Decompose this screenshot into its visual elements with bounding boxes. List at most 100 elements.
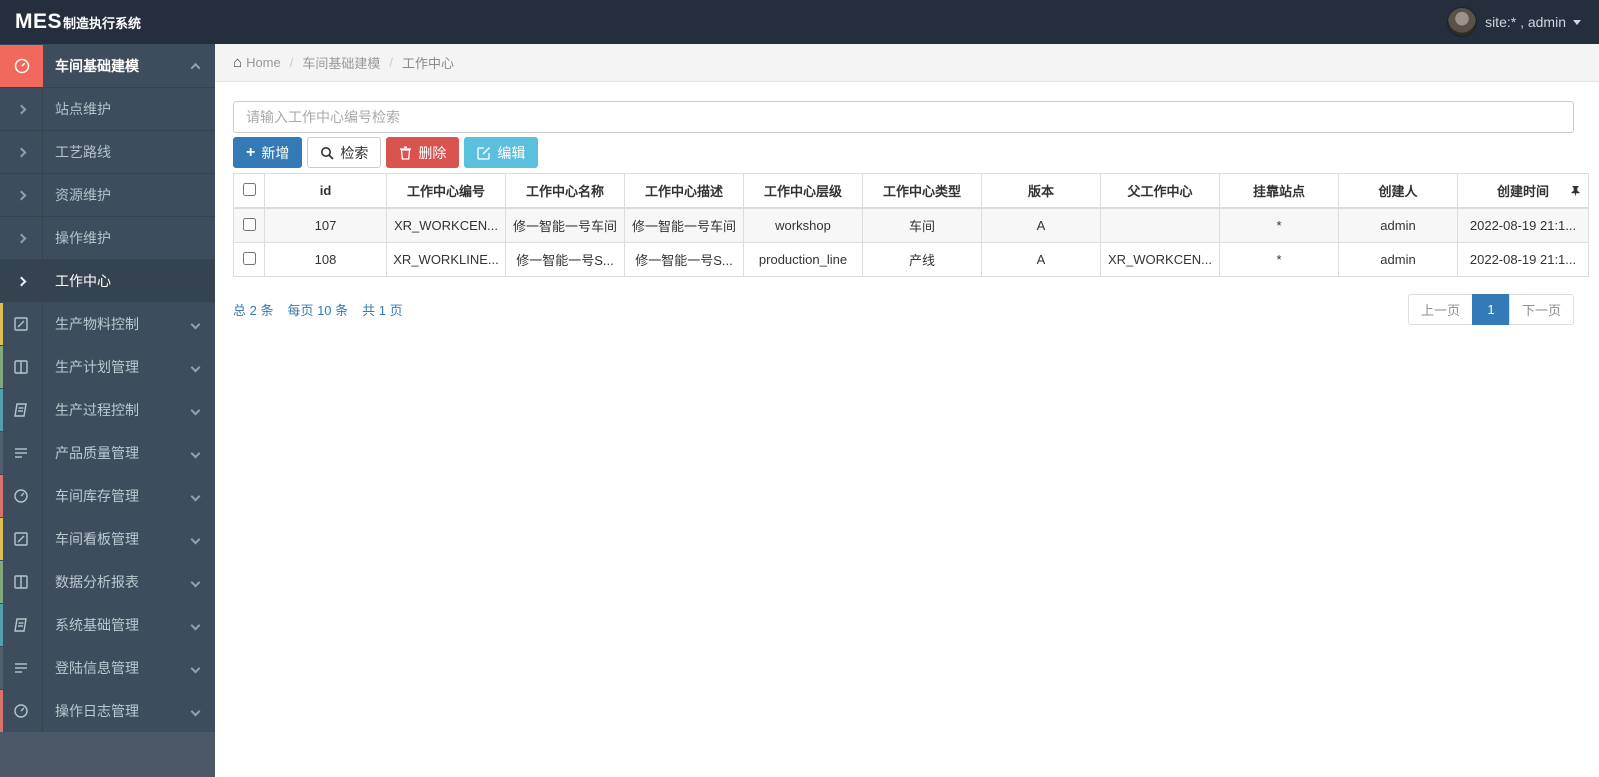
summary-per-page[interactable]: 每页 10 条 [287, 300, 348, 319]
column-header[interactable]: 工作中心编号 [386, 173, 506, 209]
accent-strip [0, 518, 3, 560]
sidebar-group-operation-logs[interactable]: 操作日志管理 [0, 689, 215, 732]
summary-total[interactable]: 总 2 条 [233, 300, 273, 319]
column-header-label: 创建时间 [1496, 184, 1549, 199]
table-footer: 总 2 条 每页 10 条 共 1 页 上一页 1 下一页 [233, 294, 1574, 325]
sidebar-group-label: 生产过程控制 [55, 402, 139, 418]
cell-creator: admin [1338, 242, 1458, 277]
toolbar: + 新增 检索 删除 编辑 [233, 137, 1574, 168]
cell-version: A [981, 242, 1101, 277]
sidebar-group-label: 操作日志管理 [55, 703, 139, 719]
sidebar-group-material-control[interactable]: 生产物料控制 [0, 302, 215, 345]
summary-pages[interactable]: 共 1 页 [362, 300, 402, 319]
edit-button-label: 编辑 [497, 144, 526, 161]
search-input[interactable] [233, 101, 1574, 133]
column-header[interactable]: id [264, 173, 387, 209]
cell-name: 修一智能一号S... [505, 242, 625, 277]
sidebar-group-board-management[interactable]: 车间看板管理 [0, 517, 215, 560]
sidebar-group-workshop-modeling[interactable]: 车间基础建模 [0, 44, 215, 87]
sidebar-group-label: 车间看板管理 [55, 531, 139, 547]
accent-strip [0, 690, 3, 732]
chevron-down-icon [190, 319, 201, 329]
row-select-cell [233, 242, 265, 277]
sidebar-item-work-center[interactable]: 工作中心 [0, 259, 215, 302]
accent-strip [0, 303, 3, 345]
sidebar-group-quality-management[interactable]: 产品质量管理 [0, 431, 215, 474]
cell-version: A [981, 207, 1101, 243]
search-button-label: 检索 [340, 144, 369, 161]
pin-icon[interactable] [1571, 185, 1580, 197]
sidebar-group-plan-management[interactable]: 生产计划管理 [0, 345, 215, 388]
sidebar-group-label: 车间库存管理 [55, 488, 139, 504]
sidebar-group-label: 生产计划管理 [55, 359, 139, 375]
breadcrumb-home[interactable]: Home [246, 55, 281, 70]
page-1-button[interactable]: 1 [1471, 294, 1510, 325]
chevron-down-icon [190, 448, 201, 458]
cell-code: XR_WORKCEN... [386, 207, 506, 243]
prev-page-button[interactable]: 上一页 [1407, 294, 1473, 325]
accent-strip [0, 432, 3, 474]
accent-strip [0, 475, 3, 517]
sidebar-group-inventory-management[interactable]: 车间库存管理 [0, 474, 215, 517]
list-icon [0, 432, 43, 474]
sidebar-item-station-maintenance[interactable]: 站点维护 [0, 87, 215, 130]
column-header[interactable]: 版本 [981, 173, 1101, 209]
add-button[interactable]: + 新增 [233, 137, 303, 168]
column-header[interactable]: 工作中心名称 [505, 173, 625, 209]
trash-icon [400, 146, 412, 160]
brand-suffix-text: 制造执行系统 [63, 16, 142, 31]
table-row[interactable]: 108 XR_WORKLINE... 修一智能一号S... 修一智能一号S...… [233, 242, 1589, 277]
chevron-down-icon [190, 534, 201, 544]
row-checkbox[interactable] [242, 251, 256, 265]
column-header[interactable]: 工作中心描述 [624, 173, 744, 209]
search-button[interactable]: 检索 [307, 137, 382, 168]
breadcrumb-level1[interactable]: 车间基础建模 [302, 53, 380, 72]
chevron-right-icon [16, 276, 26, 286]
sidebar-item-process-route[interactable]: 工艺路线 [0, 130, 215, 173]
select-all-checkbox[interactable] [242, 182, 256, 196]
chevron-right-icon [16, 147, 26, 157]
cell-station: * [1219, 242, 1339, 277]
sidebar-item-operation-maintenance[interactable]: 操作维护 [0, 216, 215, 259]
breadcrumb-separator: / [289, 55, 294, 70]
cell-parent: XR_WORKCEN... [1100, 242, 1220, 277]
edit-button[interactable]: 编辑 [464, 137, 539, 168]
column-header[interactable]: 父工作中心 [1100, 173, 1220, 209]
row-checkbox[interactable] [242, 217, 256, 231]
user-menu[interactable]: site:* , admin [1447, 7, 1599, 37]
sidebar-group-system-management[interactable]: 系统基础管理 [0, 603, 215, 646]
chevron-right-icon [16, 233, 26, 243]
next-page-button[interactable]: 下一页 [1508, 294, 1574, 325]
accent-strip [0, 389, 3, 431]
columns-icon [0, 346, 43, 388]
search-icon [321, 146, 334, 160]
cell-type: 产线 [862, 242, 982, 277]
column-header[interactable]: 工作中心类型 [862, 173, 982, 209]
list-icon [0, 647, 43, 689]
pagination-summary: 总 2 条 每页 10 条 共 1 页 [233, 300, 403, 319]
sidebar-group-process-control[interactable]: 生产过程控制 [0, 388, 215, 431]
delete-button-label: 删除 [418, 144, 447, 161]
sidebar-item-resource-maintenance[interactable]: 资源维护 [0, 173, 215, 216]
column-header[interactable]: 工作中心层级 [743, 173, 863, 209]
table-header-row: id 工作中心编号 工作中心名称 工作中心描述 工作中心层级 工作中心类型 版本… [233, 173, 1589, 209]
sidebar-item-label: 操作维护 [55, 230, 111, 246]
chevron-down-icon [190, 577, 201, 587]
delete-button[interactable]: 删除 [386, 137, 460, 168]
column-header[interactable]: 创建人 [1338, 173, 1458, 209]
cell-parent [1100, 207, 1220, 243]
column-header[interactable]: 挂靠站点 [1219, 173, 1339, 209]
avatar[interactable] [1447, 7, 1478, 37]
gauge-icon [0, 475, 43, 517]
chevron-down-icon [190, 491, 201, 501]
cell-description: 修一智能一号S... [624, 242, 744, 277]
gauge-icon [0, 45, 43, 87]
table-row[interactable]: 107 XR_WORKCEN... 修一智能一号车间 修一智能一号车间 work… [233, 207, 1589, 243]
book-icon [0, 389, 43, 431]
sidebar-group-login-info[interactable]: 登陆信息管理 [0, 646, 215, 689]
cell-id: 108 [264, 242, 387, 277]
sidebar-group-label: 数据分析报表 [55, 574, 139, 590]
add-button-label: 新增 [261, 144, 290, 161]
sidebar-group-analysis-reports[interactable]: 数据分析报表 [0, 560, 215, 603]
column-header-created[interactable]: 创建时间 [1457, 173, 1589, 209]
